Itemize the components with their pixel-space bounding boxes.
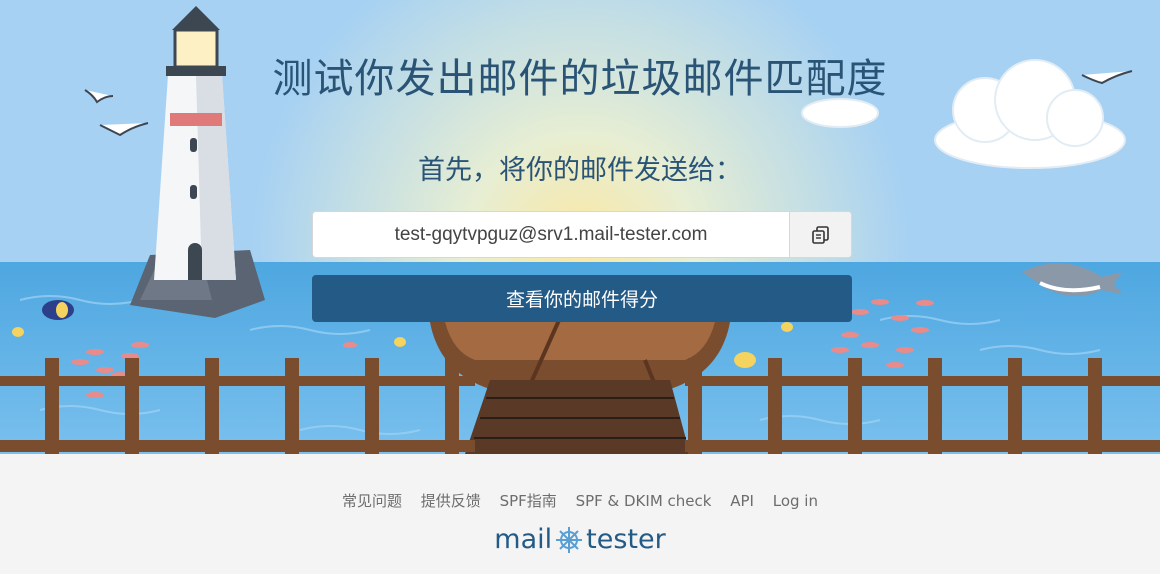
spf-guide-link[interactable]: SPF指南 [500,492,557,510]
dock [465,380,690,454]
spf-dkim-check-link[interactable]: SPF & DKIM check [576,492,712,510]
test-email-address[interactable]: test-gqytvpguz@srv1.mail-tester.com [313,212,790,257]
test-email-field[interactable]: test-gqytvpguz@srv1.mail-tester.com [312,211,852,258]
instruction-text: 首先，将你的邮件发送给： [418,155,742,186]
footer-links: 常见问题 提供反馈 SPF指南 SPF & DKIM check API Log… [0,490,1160,511]
logo-text-mail: mail [494,524,553,555]
check-score-button[interactable]: 查看你的邮件得分 [312,275,852,322]
hero-section: 测试你发出邮件的垃圾邮件匹配度 首先，将你的邮件发送给： test-gqytvp… [0,0,1160,454]
copy-icon [811,225,829,244]
page-title: 测试你发出邮件的垃圾邮件匹配度 [272,56,888,102]
footer: 常见问题 提供反馈 SPF指南 SPF & DKIM check API Log… [0,454,1160,574]
copy-button[interactable] [790,212,851,257]
ship-wheel-icon [556,526,583,553]
login-link[interactable]: Log in [773,492,818,510]
api-link[interactable]: API [730,492,754,510]
feedback-link[interactable]: 提供反馈 [421,492,481,510]
faq-link[interactable]: 常见问题 [342,492,402,510]
logo-text-tester: tester [586,524,666,555]
mail-tester-logo[interactable]: mail tester [0,524,1160,555]
